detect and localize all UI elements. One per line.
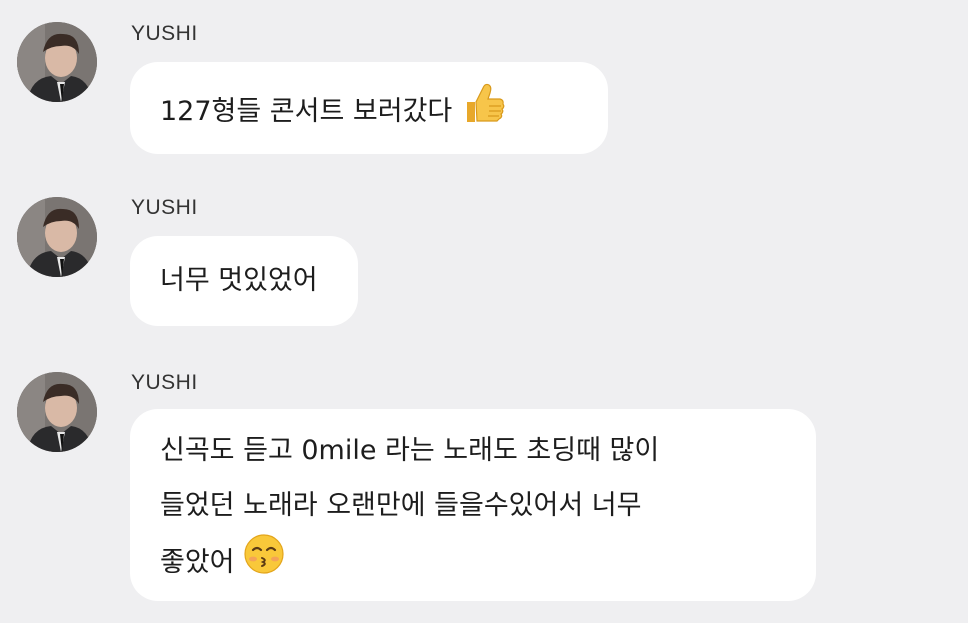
- profile-photo-icon: [17, 197, 97, 277]
- profile-photo-icon: [17, 372, 97, 452]
- message-bubble[interactable]: 너무 멋있었어: [130, 236, 358, 326]
- message-text-line: 좋았어: [160, 547, 244, 578]
- message-text: 127형들 콘서트 보러갔다: [160, 96, 461, 127]
- sender-name: YUSHI: [131, 371, 198, 394]
- sender-name: YUSHI: [131, 22, 198, 45]
- avatar[interactable]: [17, 22, 97, 102]
- message-text: 너무 멋있었어: [160, 265, 318, 296]
- profile-photo-icon: [17, 22, 97, 102]
- message-bubble[interactable]: 신곡도 듣고 0mile 라는 노래도 초딩때 많이 들었던 노래라 오랜만에 …: [130, 409, 816, 601]
- avatar[interactable]: [17, 197, 97, 277]
- kissing-face-emoji-icon: [243, 533, 285, 594]
- message-text-line: 들었던 노래라 오랜만에 들을수있어서 너무: [160, 490, 642, 521]
- sender-name: YUSHI: [131, 196, 198, 219]
- message-bubble[interactable]: 127형들 콘서트 보러갔다: [130, 62, 608, 154]
- avatar[interactable]: [17, 372, 97, 452]
- message-text-line: 신곡도 듣고 0mile 라는 노래도 초딩때 많이: [160, 435, 660, 466]
- thumbs-up-emoji-icon: [461, 80, 507, 145]
- chat-screen: { "messages": [ { "sender": "YUSHI", "li…: [0, 0, 968, 623]
